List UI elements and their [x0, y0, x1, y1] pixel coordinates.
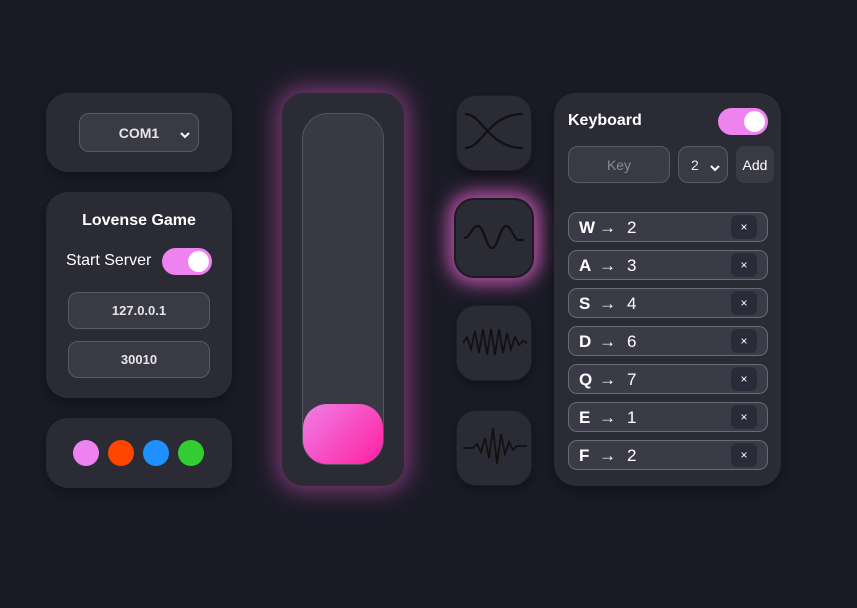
key-mapping-row: F → 2 × — [568, 440, 768, 470]
wave-button-burst[interactable] — [456, 410, 532, 486]
key-mapping-row: Q → 7 × — [568, 364, 768, 394]
mapping-value: 6 — [627, 332, 637, 351]
keyboard-card: Keyboard Key 2 Add W → 2 × A → 3 × S → 4… — [554, 93, 781, 486]
intensity-slider-track[interactable] — [302, 113, 384, 465]
add-button-label: Add — [742, 156, 768, 173]
add-button[interactable]: Add — [736, 146, 774, 183]
remove-mapping-button[interactable]: × — [731, 367, 757, 391]
mapping-key: E — [579, 408, 591, 427]
server-ip-field[interactable]: 127.0.0.1 — [68, 292, 210, 329]
arrow-icon: → — [599, 218, 616, 237]
serial-port-card: COM1 — [46, 93, 232, 172]
mapping-key: F — [579, 446, 590, 465]
violet-dot[interactable] — [73, 440, 99, 466]
arrow-icon: → — [599, 446, 616, 465]
mapping-key: S — [579, 294, 591, 313]
mapping-value: 2 — [627, 446, 637, 465]
toggle-knob — [744, 111, 765, 132]
lovense-game-card: Lovense Game Start Server 127.0.0.1 3001… — [46, 192, 232, 398]
key-mapping-row: S → 4 × — [568, 288, 768, 318]
start-server-label: Start Server — [66, 252, 152, 269]
mapping-key: D — [579, 332, 592, 351]
server-port-field[interactable]: 30010 — [68, 341, 210, 378]
sine-wave-icon — [462, 218, 526, 259]
chevron-down-icon — [180, 127, 190, 143]
remove-mapping-button[interactable]: × — [731, 405, 757, 429]
mapping-key: A — [579, 256, 592, 275]
arrow-icon: → — [599, 370, 616, 389]
dense-wave-icon — [461, 321, 528, 366]
start-server-toggle[interactable] — [162, 248, 212, 275]
keyboard-title: Keyboard — [568, 112, 642, 129]
server-port-value: 30010 — [120, 352, 158, 367]
key-mapping-row: E → 1 × — [568, 402, 768, 432]
key-input-placeholder: Key — [606, 156, 632, 173]
remove-mapping-button[interactable]: × — [731, 291, 757, 315]
level-select[interactable]: 2 — [678, 146, 728, 183]
orange-red-dot[interactable] — [108, 440, 134, 466]
toggle-knob — [188, 251, 209, 272]
remove-mapping-button[interactable]: × — [731, 443, 757, 467]
mapping-key: Q — [579, 370, 593, 389]
remove-mapping-button[interactable]: × — [731, 215, 757, 239]
mapping-value: 4 — [627, 294, 637, 313]
server-ip-value: 127.0.0.1 — [111, 303, 167, 318]
key-mapping-row: W → 2 × — [568, 212, 768, 242]
blue-dot[interactable] — [143, 440, 169, 466]
key-input[interactable]: Key — [568, 146, 670, 183]
mapping-value: 2 — [627, 218, 637, 237]
color-palette-card — [46, 418, 232, 488]
serial-port-value: COM1 — [118, 124, 160, 141]
mapping-value: 3 — [627, 256, 637, 275]
arrow-icon: → — [599, 408, 616, 427]
level-select-value: 2 — [691, 156, 699, 173]
mapping-key: W — [579, 218, 596, 237]
remove-mapping-button[interactable]: × — [731, 329, 757, 353]
wave-button-sine[interactable] — [454, 198, 534, 278]
wave-button-cross[interactable] — [456, 95, 532, 171]
wave-button-dense[interactable] — [456, 305, 532, 381]
mapping-value: 1 — [627, 408, 637, 427]
intensity-slider-handle[interactable] — [303, 404, 383, 464]
mapping-value: 7 — [627, 370, 637, 389]
key-mapping-row: D → 6 × — [568, 326, 768, 356]
serial-port-select[interactable]: COM1 — [79, 113, 199, 152]
key-mapping-row: A → 3 × — [568, 250, 768, 280]
arrow-icon: → — [599, 294, 616, 313]
lovense-game-title: Lovense Game — [82, 212, 196, 229]
arrow-icon: → — [599, 256, 616, 275]
green-dot[interactable] — [178, 440, 204, 466]
cross-wave-icon — [463, 106, 525, 161]
arrow-icon: → — [599, 332, 616, 351]
intensity-slider-card — [282, 93, 404, 486]
burst-wave-icon — [461, 424, 527, 473]
remove-mapping-button[interactable]: × — [731, 253, 757, 277]
chevron-down-icon — [710, 160, 720, 176]
keyboard-toggle[interactable] — [718, 108, 768, 135]
